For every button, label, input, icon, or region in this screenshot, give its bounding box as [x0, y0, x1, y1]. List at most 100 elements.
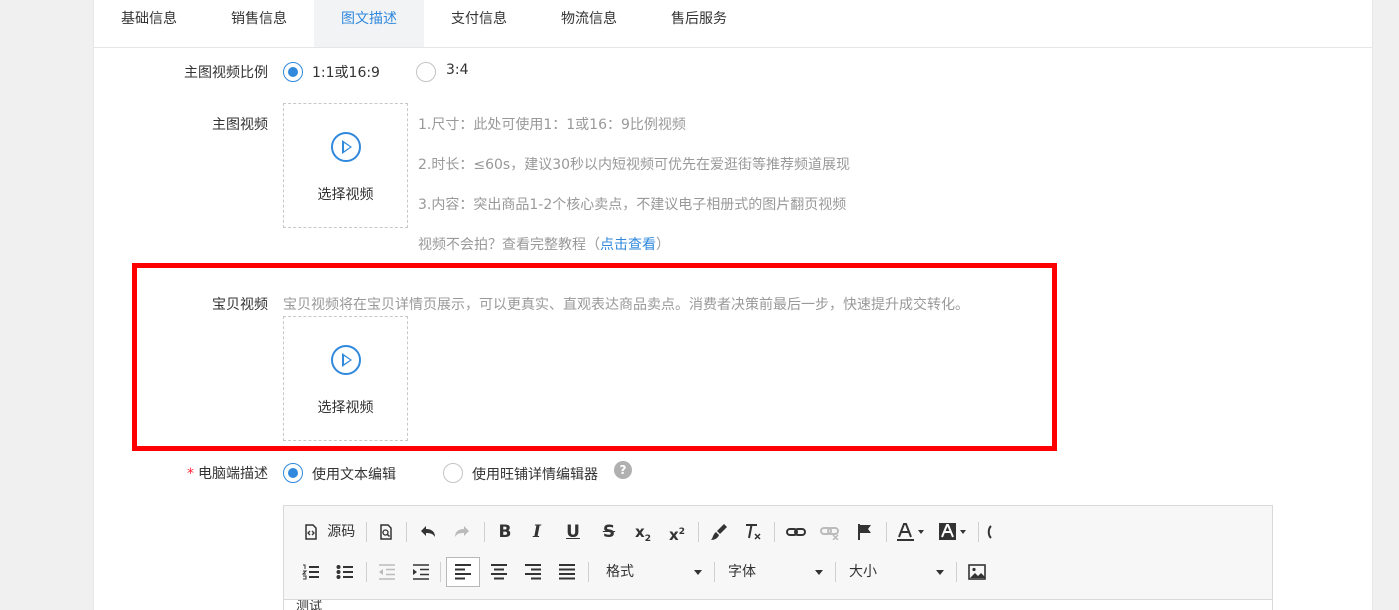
align-center-button[interactable]	[486, 558, 512, 586]
bullet-list-icon	[336, 564, 354, 580]
pc-desc-option-wangpu-editor[interactable]: 使用旺铺详情编辑器	[472, 464, 598, 484]
bold-icon: B	[498, 522, 512, 542]
main-video-tip-content: 3.内容：突出商品1-2个核心卖点，不建议电子相册式的图片翻页视频	[418, 197, 847, 213]
ratio-option-1-1-label[interactable]: 1:1或16:9	[312, 62, 380, 82]
undo-icon	[419, 524, 437, 540]
align-left-button[interactable]	[446, 557, 480, 587]
tab-sales-info[interactable]: 销售信息	[204, 0, 314, 47]
flag-icon	[857, 523, 873, 541]
size-dropdown-label: 大小	[849, 564, 877, 580]
main-video-label: 主图视频	[212, 117, 268, 133]
insert-image-button[interactable]	[964, 558, 990, 586]
main-video-tip-duration: 2.时长：≤60s，建议30秒以内短视频可优先在爱逛街等推荐频道展现	[418, 157, 851, 173]
tab-after-sales[interactable]: 售后服务	[644, 0, 754, 47]
text-color-button[interactable]	[894, 518, 928, 546]
image-icon	[968, 564, 986, 580]
tutorial-hint: 视频不会拍？查看完整教程（点击查看）	[418, 234, 670, 254]
subscript-icon: x2	[635, 523, 651, 544]
align-right-icon	[524, 564, 542, 580]
toolbar-separator	[714, 562, 715, 582]
pc-desc-label-text: 电脑端描述	[198, 466, 268, 482]
chevron-down-icon	[936, 570, 944, 575]
redo-icon	[453, 524, 471, 540]
brush-icon	[710, 523, 728, 541]
undo-button[interactable]	[414, 518, 442, 546]
link-button[interactable]	[782, 518, 810, 546]
tab-image-text[interactable]: 图文描述	[314, 0, 424, 47]
ratio-option-3-4-label[interactable]: 3:4	[446, 62, 469, 78]
font-dropdown-label: 字体	[728, 564, 756, 580]
tab-logistics-info[interactable]: 物流信息	[534, 0, 644, 47]
redo-button[interactable]	[448, 518, 476, 546]
required-mark: *	[187, 466, 194, 482]
toolbar-separator	[366, 522, 367, 542]
italic-button[interactable]: I	[524, 518, 550, 546]
font-dropdown[interactable]: 字体	[728, 558, 823, 586]
tutorial-prefix: 视频不会拍？查看完整教程（	[418, 237, 600, 253]
toolbar-separator	[698, 522, 699, 542]
preview-button[interactable]	[374, 518, 398, 546]
rich-text-editor: 源码 B I U S x2 x2 格式 字体 大小 测试	[283, 505, 1273, 610]
justify-button[interactable]	[554, 558, 580, 586]
ordered-list-button[interactable]	[298, 558, 324, 586]
indent-icon	[412, 564, 430, 580]
source-button[interactable]: 源码	[298, 518, 360, 546]
tutorial-suffix: ）	[656, 237, 670, 253]
unordered-list-button[interactable]	[332, 558, 358, 586]
main-video-select-label: 选择视频	[317, 187, 374, 203]
chevron-down-icon	[694, 570, 702, 575]
toolbar-separator	[406, 522, 407, 542]
editor-content-area[interactable]: 测试	[284, 599, 1272, 610]
toolbar-separator	[835, 562, 836, 582]
toolbar-separator	[886, 522, 887, 542]
subscript-button[interactable]: x2	[630, 518, 656, 546]
outdent-button[interactable]	[374, 558, 400, 586]
outdent-icon	[378, 564, 396, 580]
underline-button[interactable]: U	[560, 518, 586, 546]
ratio-radio-1-1[interactable]	[283, 62, 303, 82]
toolbar-separator	[440, 562, 441, 582]
align-right-button[interactable]	[520, 558, 546, 586]
tab-basic-info[interactable]: 基础信息	[94, 0, 204, 47]
anchor-button[interactable]	[852, 518, 878, 546]
link-icon	[786, 524, 806, 540]
background-color-button[interactable]	[936, 518, 970, 546]
underline-icon: U	[566, 522, 580, 542]
pc-desc-label: * 电脑端描述	[88, 463, 268, 483]
format-dropdown-label: 格式	[606, 564, 634, 580]
help-icon[interactable]: ?	[614, 461, 632, 479]
toolbar-separator	[588, 562, 589, 582]
strikethrough-button[interactable]: S	[596, 518, 622, 546]
justify-icon	[558, 564, 576, 580]
chevron-down-icon	[815, 570, 823, 575]
toolbar-separator	[774, 522, 775, 542]
ratio-label: 主图视频比例	[184, 65, 268, 81]
toolbar-separator	[484, 522, 485, 542]
remove-format-button[interactable]	[740, 518, 766, 546]
unlink-icon	[820, 524, 840, 540]
bold-button[interactable]: B	[492, 518, 518, 546]
more-icon	[986, 524, 994, 540]
size-dropdown[interactable]: 大小	[849, 558, 944, 586]
pc-desc-radio-wangpu-editor[interactable]	[443, 463, 463, 483]
indent-button[interactable]	[408, 558, 434, 586]
strikethrough-icon: S	[602, 522, 616, 542]
ratio-radio-3-4[interactable]	[416, 62, 436, 82]
more-toolbar-button[interactable]	[986, 518, 994, 546]
unlink-button[interactable]	[816, 518, 844, 546]
main-video-uploader[interactable]: 选择视频	[283, 103, 408, 228]
pc-desc-radio-text-editor[interactable]	[283, 463, 303, 483]
source-code-icon	[303, 524, 319, 540]
pc-desc-option-text-editor[interactable]: 使用文本编辑	[312, 464, 396, 484]
align-left-icon	[454, 564, 472, 580]
play-circle-icon	[331, 132, 361, 162]
tab-payment-info[interactable]: 支付信息	[424, 0, 534, 47]
toolbar-separator	[978, 522, 979, 542]
background-color-icon	[938, 522, 968, 542]
format-dropdown[interactable]: 格式	[606, 558, 702, 586]
format-painter-button[interactable]	[706, 518, 732, 546]
toolbar-separator	[366, 562, 367, 582]
superscript-button[interactable]: x2	[664, 518, 690, 546]
main-video-tip-size: 1.尺寸：此处可使用1：1或16：9比例视频	[418, 117, 686, 133]
tutorial-link[interactable]: 点击查看	[600, 237, 656, 253]
